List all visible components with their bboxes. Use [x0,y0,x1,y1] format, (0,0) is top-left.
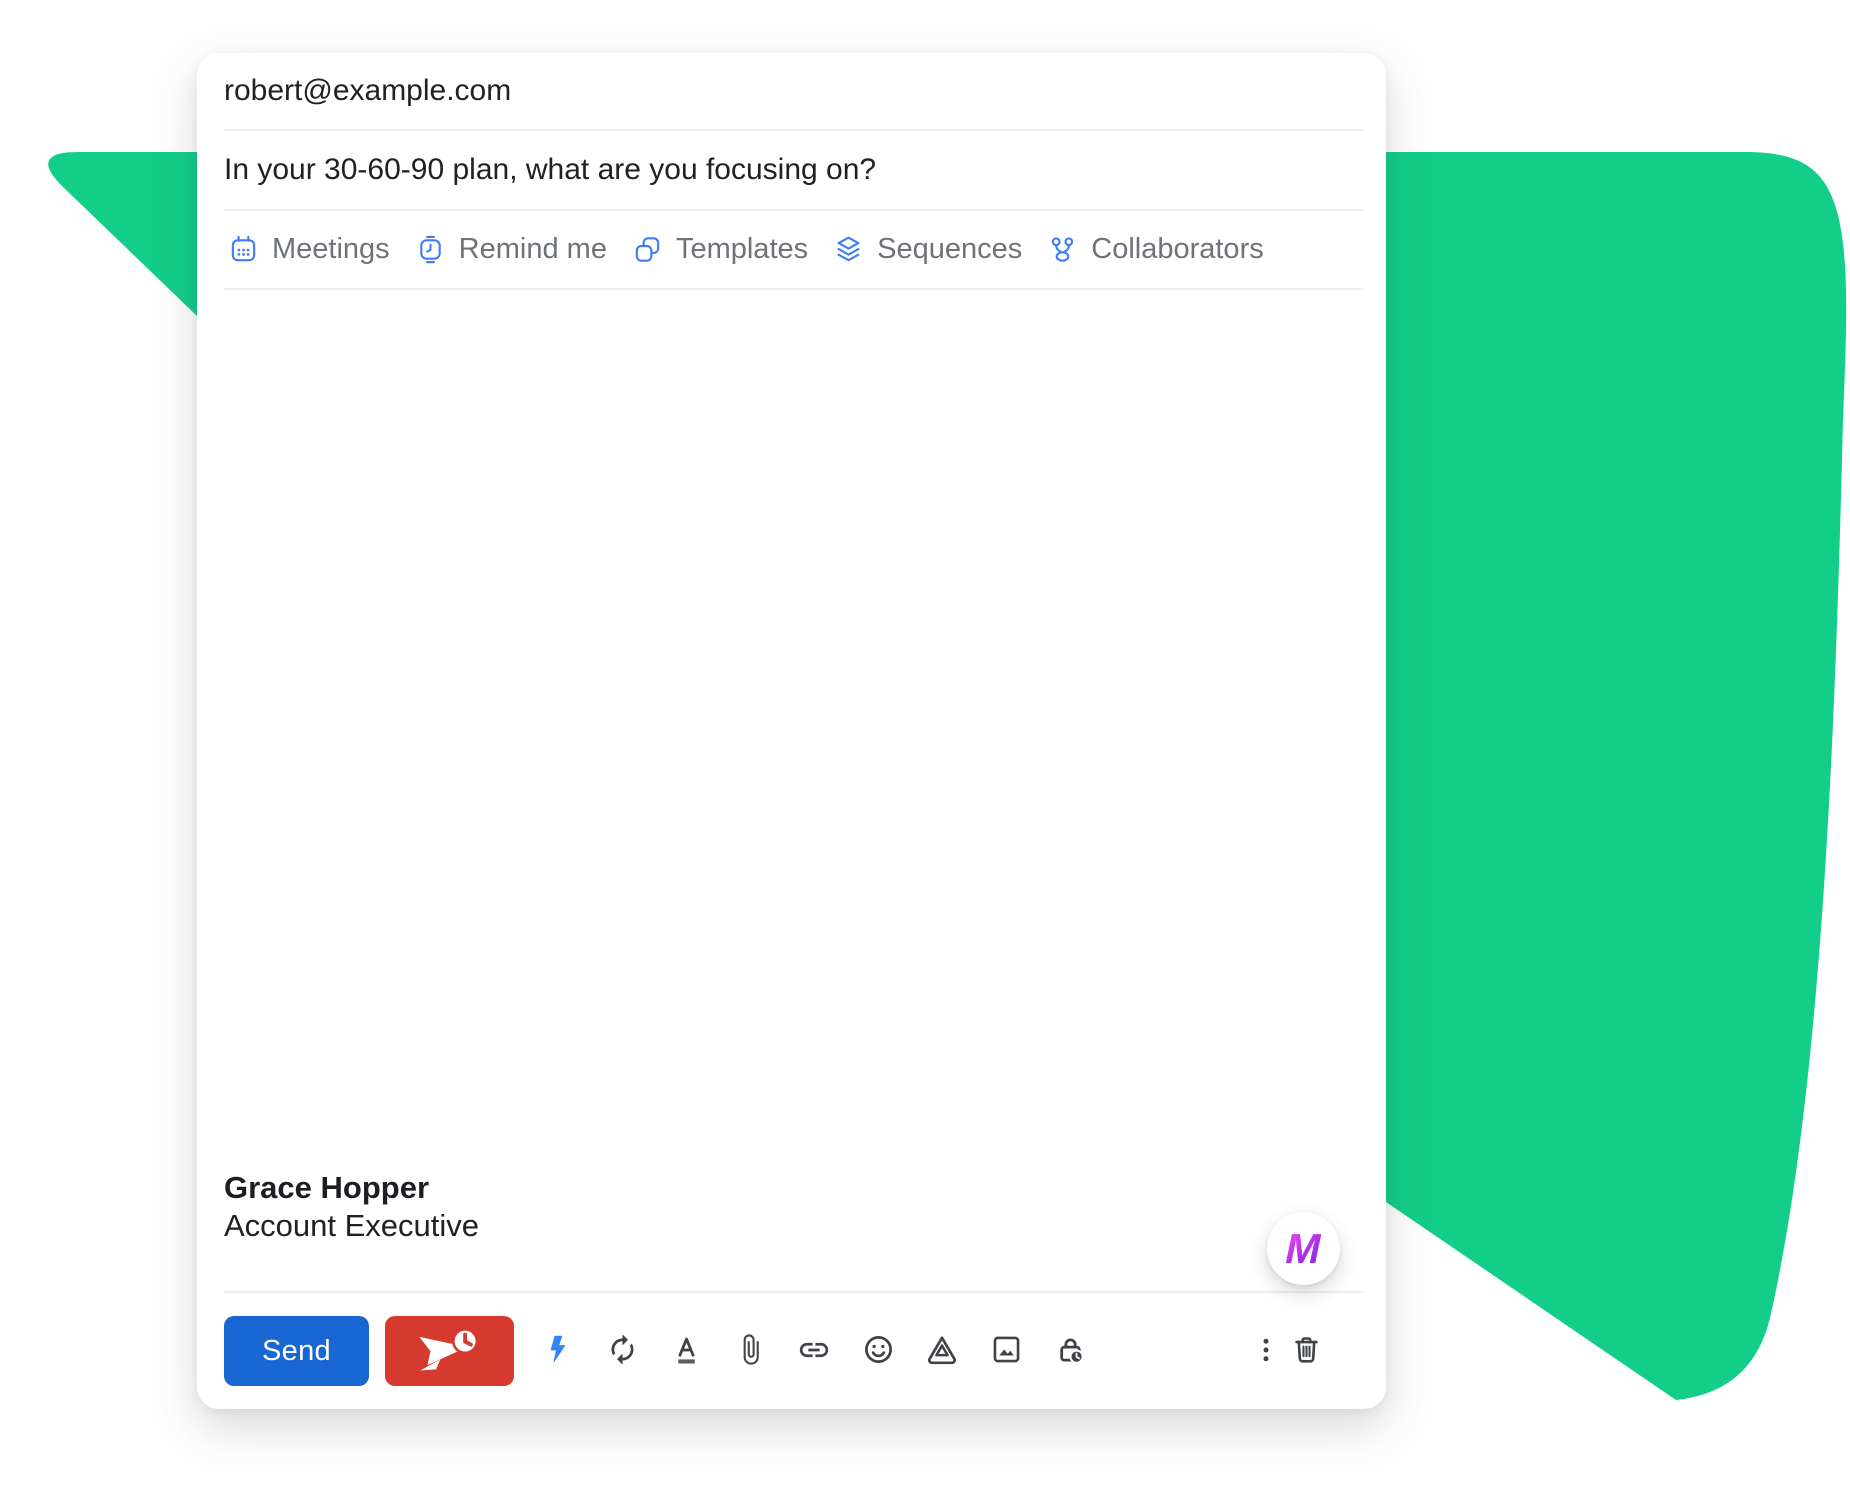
meetings-button[interactable]: Meetings [228,233,390,266]
text-format-button[interactable] [654,1319,718,1383]
sequences-label: Sequences [877,233,1022,266]
sequences-button[interactable]: Sequences [833,233,1022,266]
mixmax-avatar[interactable]: M [1267,1212,1340,1285]
remind-me-label: Remind me [459,233,607,266]
sync-button[interactable] [590,1319,654,1383]
to-value: robert@example.com [224,74,511,108]
insert-from-drive-button[interactable] [910,1319,974,1383]
collaborators-button[interactable]: Collaborators [1047,233,1263,266]
calendar-icon [228,234,259,265]
paper-plane-clock-icon [413,1319,487,1384]
signature-name: Grace Hopper [224,1169,479,1207]
compose-toolbar: Send [197,1293,1386,1409]
text-format-icon [670,1333,703,1369]
templates-label: Templates [676,233,808,266]
sync-icon [606,1333,639,1369]
remind-me-button[interactable]: Remind me [415,233,607,266]
subject-value: In your 30-60-90 plan, what are you focu… [224,153,876,187]
more-options-button[interactable] [1246,1319,1286,1383]
templates-button[interactable]: Templates [632,233,808,266]
lightning-button[interactable] [526,1319,590,1383]
send-button[interactable]: Send [224,1316,369,1386]
confidential-mode-button[interactable] [1038,1319,1102,1383]
send-later-button[interactable] [385,1316,514,1386]
signature-title: Account Executive [224,1207,479,1245]
meetings-label: Meetings [272,233,390,266]
mixmax-logo: M [1282,1228,1326,1270]
image-icon [990,1333,1023,1369]
insert-link-button[interactable] [782,1319,846,1383]
email-signature: Grace Hopper Account Executive [224,1169,479,1245]
discard-draft-button[interactable] [1286,1319,1326,1383]
attach-file-button[interactable] [718,1319,782,1383]
insert-emoji-button[interactable] [846,1319,910,1383]
more-vert-icon [1251,1335,1281,1368]
trash-icon [1290,1333,1323,1369]
templates-copy-icon [632,234,663,265]
to-field[interactable]: robert@example.com [197,53,1386,129]
collaborators-label: Collaborators [1091,233,1263,266]
lightning-icon [542,1333,575,1369]
paperclip-icon [734,1333,767,1369]
insert-image-button[interactable] [974,1319,1038,1383]
lock-clock-icon [1054,1333,1087,1369]
emoji-icon [862,1333,895,1369]
compose-action-bar: Meetings Remind me Templates [197,211,1386,288]
collaborators-group-icon [1047,234,1078,265]
link-icon [797,1333,831,1370]
watch-clock-icon [415,234,446,265]
send-label: Send [262,1335,331,1367]
compose-window: robert@example.com In your 30-60-90 plan… [197,53,1386,1409]
layers-stack-icon [833,234,864,265]
message-body[interactable]: Grace Hopper Account Executive [197,290,1386,1291]
drive-icon [925,1333,959,1370]
subject-field[interactable]: In your 30-60-90 plan, what are you focu… [197,131,1386,209]
